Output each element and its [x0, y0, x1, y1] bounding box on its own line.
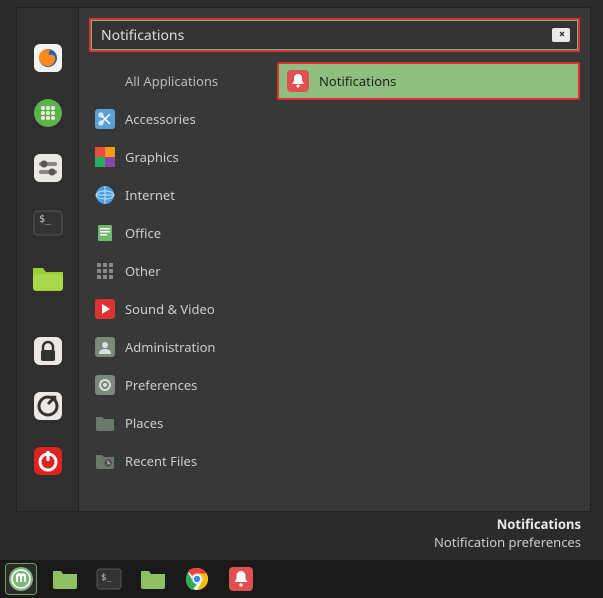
- terminal-launcher[interactable]: $_: [28, 203, 68, 243]
- taskbar: $_: [0, 560, 603, 598]
- folder-icon: [52, 568, 78, 590]
- admin-icon: [95, 337, 115, 357]
- terminal-icon: $_: [31, 206, 65, 240]
- software-manager-launcher[interactable]: [28, 93, 68, 133]
- document-icon: [95, 223, 115, 243]
- category-label: Other: [125, 262, 161, 280]
- gear-icon: [95, 375, 115, 395]
- category-accessories[interactable]: Accessories: [89, 100, 261, 138]
- firefox-launcher[interactable]: [28, 38, 68, 78]
- category-internet[interactable]: Internet: [89, 176, 261, 214]
- clear-search-button[interactable]: [552, 28, 570, 42]
- grid-icon: [95, 261, 115, 281]
- category-all[interactable]: All Applications: [89, 62, 261, 100]
- logout-button[interactable]: [28, 386, 68, 426]
- search-input[interactable]: [91, 20, 552, 50]
- category-graphics[interactable]: Graphics: [89, 138, 261, 176]
- category-list: All Applications Accessories Graphics In…: [89, 62, 261, 505]
- svg-text:$_: $_: [39, 214, 52, 225]
- category-office[interactable]: Office: [89, 214, 261, 252]
- lock-icon: [31, 334, 65, 368]
- category-label: All Applications: [125, 72, 218, 90]
- logout-icon: [31, 389, 65, 423]
- taskbar-notifications[interactable]: [226, 564, 256, 594]
- tooltip-description: Notification preferences: [434, 534, 581, 552]
- globe-icon: [95, 185, 115, 205]
- sliders-icon: [31, 151, 65, 185]
- tooltip-title: Notifications: [434, 516, 581, 534]
- application-menu: $_ All Applications: [16, 7, 591, 512]
- play-icon: [95, 299, 115, 319]
- chrome-icon: [185, 567, 209, 591]
- category-label: Preferences: [125, 376, 197, 394]
- taskbar-files-2[interactable]: [138, 564, 168, 594]
- category-label: Graphics: [125, 148, 179, 166]
- category-label: Office: [125, 224, 161, 242]
- category-preferences[interactable]: Preferences: [89, 366, 261, 404]
- category-label: Administration: [125, 338, 215, 356]
- lock-button[interactable]: [28, 331, 68, 371]
- category-places[interactable]: Places: [89, 404, 261, 442]
- menu-main-pane: All Applications Accessories Graphics In…: [79, 8, 590, 511]
- result-tooltip: Notifications Notification preferences: [434, 516, 581, 551]
- category-label: Places: [125, 414, 163, 432]
- search-field-wrap: [89, 18, 580, 52]
- firefox-icon: [31, 41, 65, 75]
- folder-icon: [31, 264, 65, 292]
- category-recent[interactable]: Recent Files: [89, 442, 261, 480]
- favorites-sidebar: $_: [17, 8, 79, 511]
- svg-text:$_: $_: [101, 573, 112, 583]
- clock-folder-icon: [95, 451, 115, 471]
- result-label: Notifications: [319, 72, 396, 90]
- folder-icon: [140, 568, 166, 590]
- scissors-icon: [95, 109, 115, 129]
- palette-icon: [95, 147, 115, 167]
- taskbar-files[interactable]: [50, 564, 80, 594]
- category-sound-video[interactable]: Sound & Video: [89, 290, 261, 328]
- files-launcher[interactable]: [28, 258, 68, 298]
- category-label: Accessories: [125, 110, 196, 128]
- category-administration[interactable]: Administration: [89, 328, 261, 366]
- mint-logo-icon: [8, 566, 34, 592]
- category-label: Recent Files: [125, 452, 197, 470]
- blank-icon: [95, 71, 115, 91]
- power-button[interactable]: [28, 441, 68, 481]
- taskbar-menu-button[interactable]: [6, 564, 36, 594]
- apps-grid-icon: [31, 96, 65, 130]
- menu-body: All Applications Accessories Graphics In…: [89, 62, 580, 505]
- taskbar-chrome[interactable]: [182, 564, 212, 594]
- folder-small-icon: [95, 413, 115, 433]
- terminal-icon: $_: [96, 568, 122, 590]
- settings-launcher[interactable]: [28, 148, 68, 188]
- result-notifications[interactable]: Notifications: [277, 62, 580, 100]
- bell-icon: [287, 70, 309, 92]
- category-label: Internet: [125, 186, 175, 204]
- taskbar-terminal[interactable]: $_: [94, 564, 124, 594]
- bell-icon: [229, 567, 253, 591]
- power-icon: [31, 444, 65, 478]
- backspace-icon: [555, 29, 567, 39]
- category-other[interactable]: Other: [89, 252, 261, 290]
- category-label: Sound & Video: [125, 300, 215, 318]
- results-list: Notifications: [261, 62, 580, 505]
